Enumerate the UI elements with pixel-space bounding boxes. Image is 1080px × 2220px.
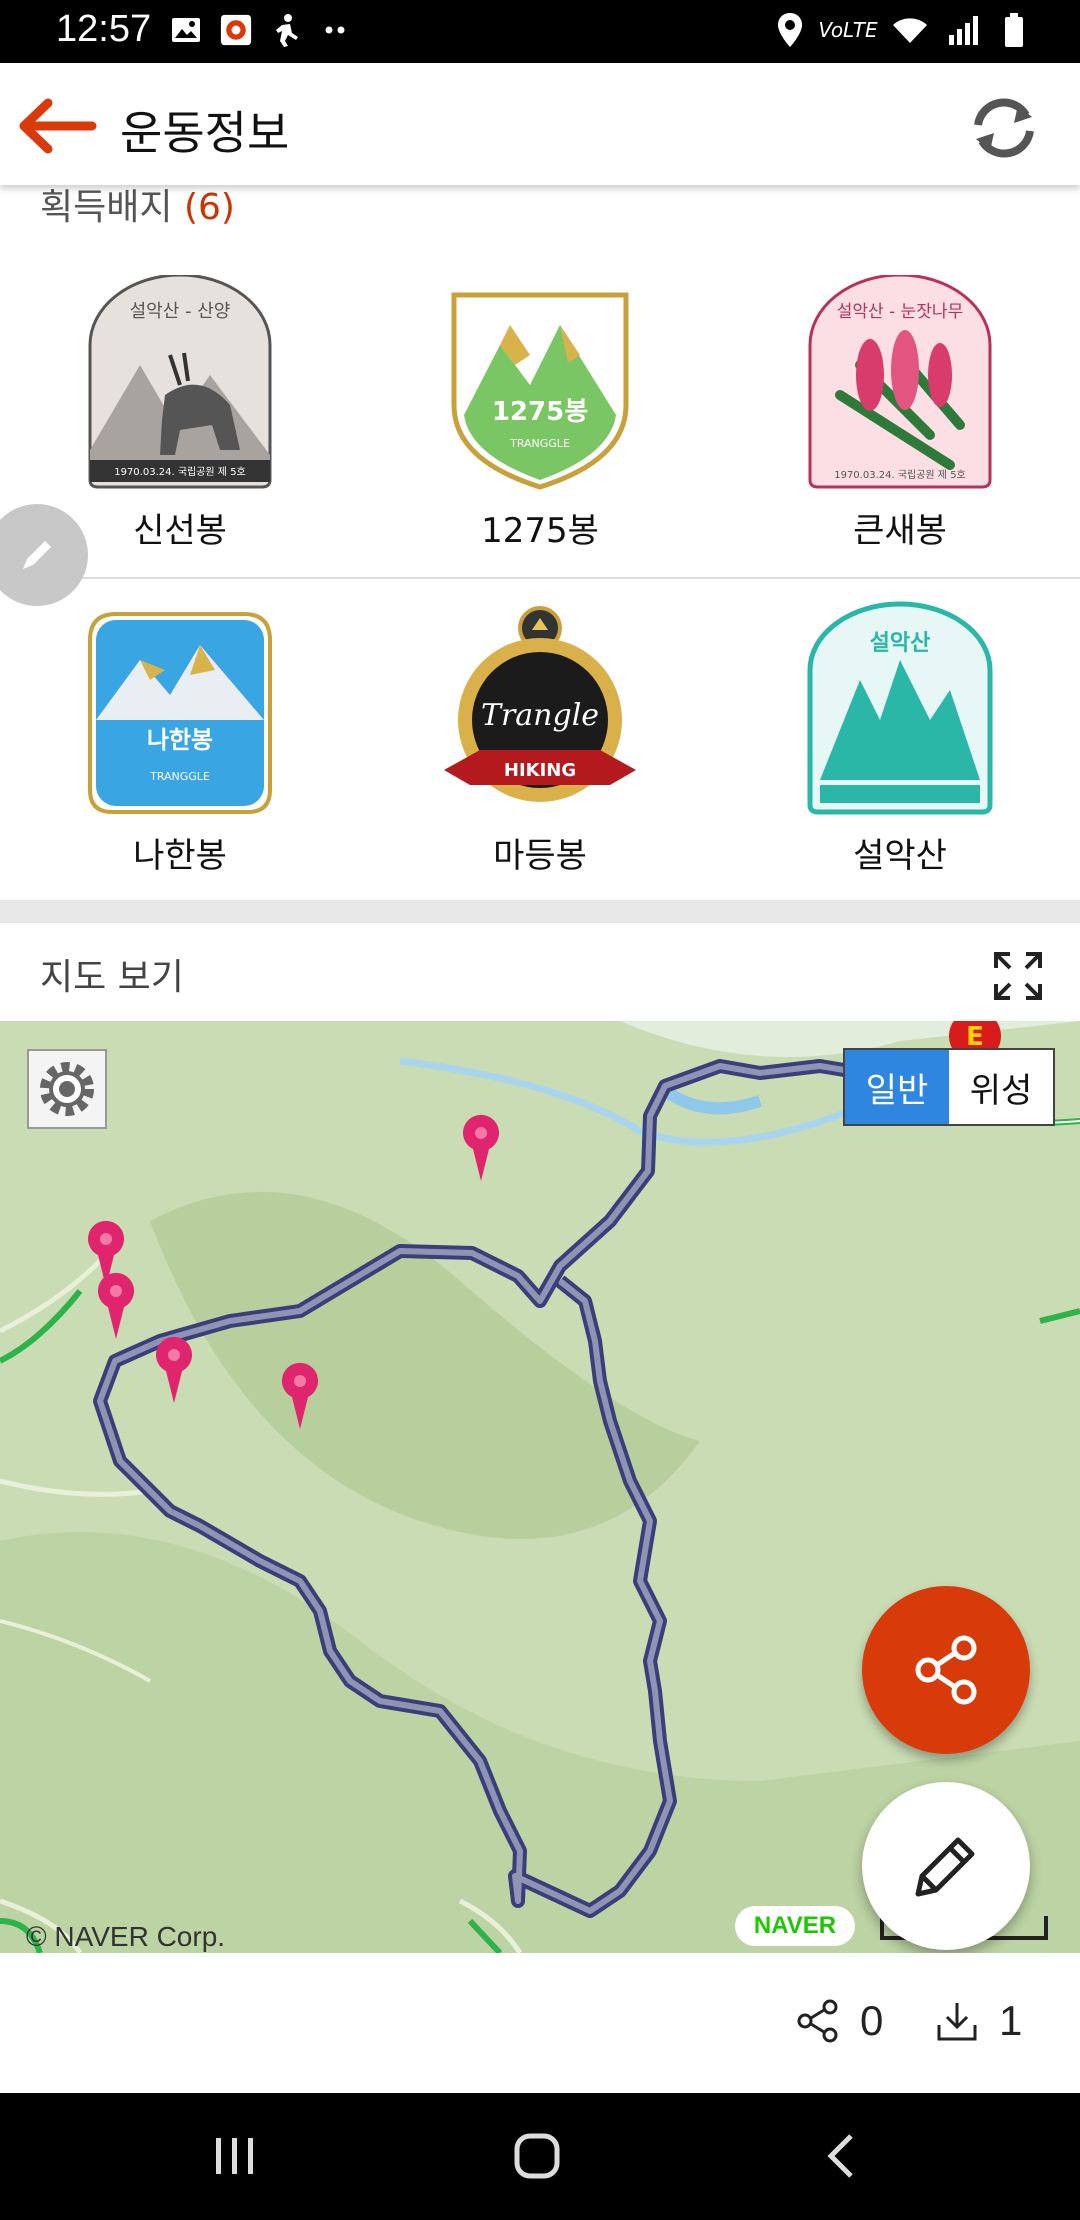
status-left-icons <box>170 12 352 48</box>
map-pin[interactable] <box>278 1361 322 1431</box>
stats-bar: 0 1 <box>0 1953 1080 2093</box>
badge-item[interactable]: 1275봉 TRANGGLE 1275봉 <box>390 275 690 565</box>
badge-row-divider <box>0 577 1080 579</box>
badge-snow-mountain-image: 나한봉 TRANGGLE <box>88 612 272 814</box>
map-type-toggle: 일반 위성 <box>843 1048 1055 1126</box>
back-arrow-icon <box>19 98 97 154</box>
home-button[interactable] <box>492 2121 582 2191</box>
recent-apps-button[interactable] <box>190 2121 280 2191</box>
map-pin[interactable] <box>459 1113 503 1183</box>
badge-3-sub: 1970.03.24. 국립공원 제 5호 <box>834 468 966 481</box>
recent-apps-icon <box>216 2138 253 2174</box>
refresh-button[interactable] <box>964 95 1044 161</box>
badge-1-sub: 1970.03.24. 국립공원 제 5호 <box>114 465 246 478</box>
download-icon <box>937 2003 977 2041</box>
walk-icon <box>270 12 302 48</box>
badge-section-title: 획득배지 (6) <box>40 178 235 230</box>
badge-5-text: Trangle <box>481 698 599 733</box>
badge-label: 1275봉 <box>481 511 599 551</box>
wifi-icon <box>890 12 930 48</box>
naver-logo: NAVER <box>735 1906 855 1946</box>
badge-count: (6) <box>183 187 235 228</box>
badge-mountain-image: 1275봉 TRANGGLE <box>451 292 629 490</box>
system-nav-bar <box>0 2093 1080 2220</box>
signal-icon <box>946 12 982 48</box>
badge-3-text: 설악산 - 눈잣나무 <box>837 302 963 322</box>
download-stat[interactable]: 1 <box>935 1997 1022 2045</box>
edit-fab-button[interactable] <box>862 1782 1030 1950</box>
app-bar: 운동정보 <box>0 63 1080 185</box>
map-settings-button[interactable] <box>27 1049 107 1129</box>
badge-4-sub: TRANGGLE <box>149 770 210 783</box>
map-type-satellite-button[interactable]: 위성 <box>949 1050 1053 1124</box>
battery-icon <box>998 12 1030 48</box>
badge-1-text: 설악산 - 산양 <box>130 301 231 322</box>
share-stat[interactable]: 0 <box>796 1997 883 2045</box>
location-icon <box>774 12 806 48</box>
badge-flower-image: 설악산 - 눈잣나무 1970.03.24. 국립공원 제 5호 <box>808 275 992 489</box>
map-copyright: © NAVER Corp. <box>26 1921 226 1952</box>
badge-4-text: 나한봉 <box>147 726 213 754</box>
page-title: 운동정보 <box>120 106 290 160</box>
section-divider <box>0 900 1080 923</box>
download-count: 1 <box>999 1997 1023 2044</box>
network-label: VoLTE <box>818 18 878 42</box>
refresh-icon <box>974 98 1034 158</box>
share-icon <box>915 1635 977 1705</box>
share-icon <box>797 1999 838 2043</box>
map-pin[interactable] <box>94 1271 138 1341</box>
image-icon <box>170 12 202 48</box>
chevron-left-icon <box>827 2134 853 2178</box>
badge-label: 큰새봉 <box>853 511 947 551</box>
map-pin[interactable] <box>152 1335 196 1405</box>
badge-hiking-medal-image: Trangle HIKING <box>444 606 636 802</box>
share-fab-button[interactable] <box>862 1586 1030 1754</box>
more-dots-icon <box>320 12 352 48</box>
pencil-icon <box>23 541 51 569</box>
expand-icon <box>994 952 1042 1000</box>
back-button[interactable] <box>18 91 98 161</box>
badge-5-sub: HIKING <box>504 760 576 781</box>
badge-item[interactable]: Trangle HIKING 마등봉 <box>390 600 690 890</box>
status-bar: 12:57 VoLTE <box>0 0 1080 63</box>
badge-6-text: 설악산 <box>870 631 931 656</box>
status-right-icons: VoLTE <box>774 12 1030 48</box>
badge-label: 마등봉 <box>493 836 587 876</box>
pencil-icon <box>915 1837 975 1897</box>
share-count: 0 <box>860 1997 884 2044</box>
map-section-title: 지도 보기 <box>40 957 184 998</box>
badge-item[interactable]: 나한봉 TRANGGLE 나한봉 <box>30 600 330 890</box>
badge-goat-image: 설악산 - 산양 1970.03.24. 국립공원 제 5호 <box>88 275 272 489</box>
badge-item[interactable]: 설악산 설악산 <box>750 600 1050 890</box>
badge-label: 나한봉 <box>133 836 227 876</box>
badge-2-sub: TRANGGLE <box>509 437 570 450</box>
badge-item[interactable]: 설악산 - 눈잣나무 1970.03.24. 국립공원 제 5호 큰새봉 <box>750 275 1050 565</box>
badge-section-label: 획득배지 <box>40 187 173 228</box>
system-back-button[interactable] <box>796 2121 886 2191</box>
home-icon <box>514 2133 560 2179</box>
app-notification-icon <box>220 12 252 48</box>
badge-label: 설악산 <box>853 836 947 876</box>
status-time: 12:57 <box>56 8 152 50</box>
map-type-normal-button[interactable]: 일반 <box>845 1050 949 1124</box>
badge-seoraksan-image: 설악산 <box>807 601 993 815</box>
volte-lte-icon: VoLTE <box>818 12 877 48</box>
gear-icon <box>40 1062 94 1116</box>
badge-2-text: 1275봉 <box>492 397 588 427</box>
expand-map-button[interactable] <box>992 950 1044 1002</box>
